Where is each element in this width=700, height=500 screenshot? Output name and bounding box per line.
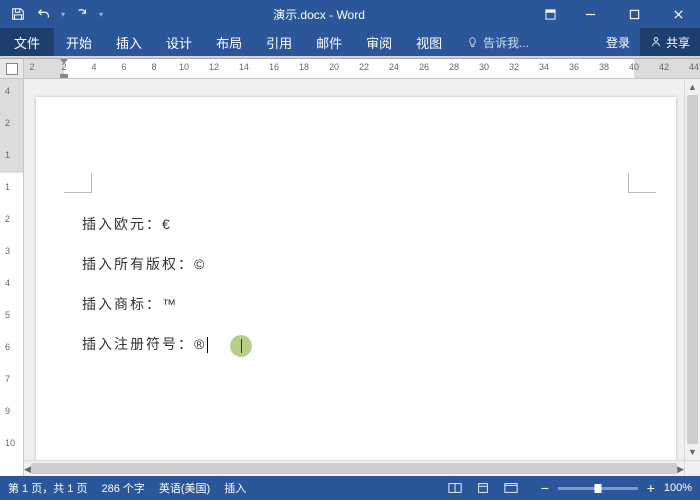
redo-icon: [75, 7, 89, 21]
tab-selector[interactable]: [0, 59, 24, 78]
zoom-controls: − + 100%: [538, 481, 692, 495]
text-line[interactable]: 插入欧元：€: [82, 217, 208, 231]
quick-access-toolbar: ▾ ▾: [0, 2, 106, 26]
margin-corner-top-left: [64, 173, 92, 193]
zoom-level[interactable]: 100%: [664, 482, 692, 494]
tab-home[interactable]: 开始: [54, 28, 104, 56]
work-area: 4211234567910 插入欧元：€ 插入所有版权：© 插入商标：™ 插入注…: [0, 79, 700, 476]
scroll-left-button[interactable]: ◀: [24, 461, 31, 476]
zoom-slider[interactable]: [558, 487, 638, 490]
status-page[interactable]: 第 1 页，共 1 页: [8, 480, 87, 496]
redo-button[interactable]: [70, 2, 94, 26]
qat-customize[interactable]: ▾: [96, 10, 106, 19]
maximize-button[interactable]: [612, 0, 656, 28]
title-bar: ▾ ▾ 演示.docx - Word: [0, 0, 700, 28]
scrollbar-horizontal[interactable]: ◀ ▶: [24, 460, 684, 476]
scroll-right-button[interactable]: ▶: [677, 461, 684, 476]
page[interactable]: 插入欧元：€ 插入所有版权：© 插入商标：™ 插入注册符号：®: [36, 97, 676, 476]
tab-view[interactable]: 视图: [404, 28, 454, 56]
text-line[interactable]: 插入注册符号：®: [82, 337, 208, 353]
tab-insert[interactable]: 插入: [104, 28, 154, 56]
undo-button[interactable]: [32, 2, 56, 26]
margin-corner-top-right: [628, 173, 656, 193]
share-button[interactable]: 共享: [640, 28, 700, 56]
scroll-corner: [684, 460, 700, 476]
ruler-horizontal-container: 2246810121416182022242628303234363840424…: [0, 59, 700, 79]
view-web-layout[interactable]: [498, 478, 524, 498]
scroll-up-button[interactable]: ▲: [685, 79, 700, 95]
tab-layout[interactable]: 布局: [204, 28, 254, 56]
ruler-horizontal[interactable]: 2246810121416182022242628303234363840424…: [24, 59, 700, 78]
ruler-vertical[interactable]: 4211234567910: [0, 79, 24, 476]
maximize-icon: [629, 9, 640, 20]
lightbulb-icon: [466, 36, 479, 49]
close-icon: [673, 9, 684, 20]
document-viewport[interactable]: 插入欧元：€ 插入所有版权：© 插入商标：™ 插入注册符号：® ▲ ▼ ◀ ▶: [24, 79, 700, 476]
text-line[interactable]: 插入所有版权：©: [82, 257, 208, 271]
text-cursor: [207, 337, 208, 353]
tab-review[interactable]: 审阅: [354, 28, 404, 56]
tell-me-label: 告诉我...: [483, 34, 529, 51]
scrollbar-vertical[interactable]: ▲ ▼: [684, 79, 700, 460]
zoom-out-button[interactable]: −: [538, 481, 552, 495]
ribbon-options-button[interactable]: [532, 0, 568, 28]
tab-design[interactable]: 设计: [154, 28, 204, 56]
scroll-down-button[interactable]: ▼: [685, 444, 700, 460]
status-word-count[interactable]: 286 个字: [101, 480, 144, 496]
tab-mailings[interactable]: 邮件: [304, 28, 354, 56]
view-buttons: [442, 478, 524, 498]
minimize-button[interactable]: [568, 0, 612, 28]
view-print-layout[interactable]: [470, 478, 496, 498]
tab-file[interactable]: 文件: [0, 28, 54, 56]
save-button[interactable]: [6, 2, 30, 26]
undo-icon: [37, 7, 51, 21]
view-read-mode[interactable]: [442, 478, 468, 498]
tell-me-search[interactable]: 告诉我...: [454, 28, 541, 56]
minimize-icon: [585, 9, 596, 20]
window-title: 演示.docx - Word: [106, 6, 532, 23]
tab-references[interactable]: 引用: [254, 28, 304, 56]
share-icon: [650, 36, 662, 48]
scroll-thumb-vertical[interactable]: [687, 95, 698, 444]
ribbon-tabs: 文件 开始 插入 设计 布局 引用 邮件 审阅 视图 告诉我... 登录 共享: [0, 28, 700, 56]
status-language[interactable]: 英语(美国): [159, 480, 210, 496]
text-line[interactable]: 插入商标：™: [82, 297, 208, 311]
scroll-thumb-horizontal[interactable]: [31, 463, 677, 474]
status-bar: 第 1 页，共 1 页 286 个字 英语(美国) 插入 − + 100%: [0, 476, 700, 500]
zoom-in-button[interactable]: +: [644, 481, 658, 495]
signin-button[interactable]: 登录: [596, 28, 640, 56]
ribbon-options-icon: [545, 9, 556, 20]
window-controls: [532, 0, 700, 28]
save-icon: [11, 7, 25, 21]
cursor-highlight: [230, 335, 252, 357]
document-content[interactable]: 插入欧元：€ 插入所有版权：© 插入商标：™ 插入注册符号：®: [82, 217, 208, 379]
close-button[interactable]: [656, 0, 700, 28]
qat-dropdown[interactable]: ▾: [58, 10, 68, 19]
status-insert-mode[interactable]: 插入: [224, 480, 246, 496]
